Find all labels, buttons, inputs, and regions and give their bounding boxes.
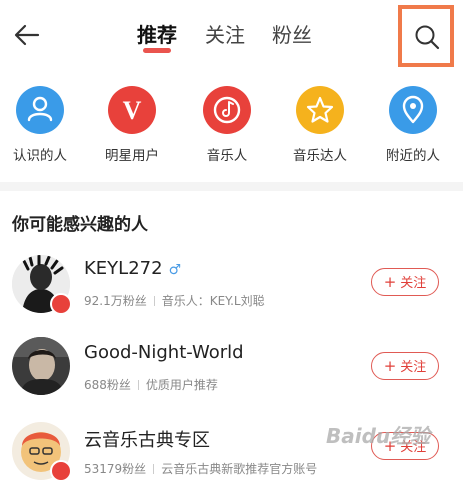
follow-button[interactable]: + 关注 xyxy=(371,268,439,296)
svg-text:V: V xyxy=(123,96,142,125)
search-icon xyxy=(415,25,440,50)
fans-count: 53179粉丝 xyxy=(84,462,147,476)
musician-badge-icon xyxy=(50,293,72,315)
user-desc: 优质用户推荐 xyxy=(145,378,218,392)
section-divider xyxy=(0,182,463,191)
user-meta: 53179粉丝 云音乐古典新歌推荐官方账号 xyxy=(84,460,317,477)
user-meta: 688粉丝 优质用户推荐 xyxy=(84,376,218,393)
category-shortcuts: 认识的人 V 明星用户 音乐人 音乐达人 附近的人 xyxy=(0,86,463,172)
section-title: 你可能感兴趣的人 xyxy=(12,215,148,235)
tab-recommend[interactable]: 推荐 xyxy=(137,20,177,53)
category-star-users[interactable]: V 明星用户 xyxy=(92,86,172,164)
user-name[interactable]: Good-Night-World xyxy=(84,342,244,363)
male-gender-icon: ♂ xyxy=(168,262,182,278)
verified-v-badge-icon xyxy=(50,460,72,482)
user-desc: 云音乐古典新歌推荐官方账号 xyxy=(161,462,318,476)
music-disc-icon xyxy=(203,86,251,134)
user-meta: 92.1万粉丝 音乐人：KEY.L刘聪 xyxy=(84,292,265,309)
star-icon xyxy=(296,86,344,134)
avatar[interactable] xyxy=(12,337,70,395)
category-nearby[interactable]: 附近的人 xyxy=(373,86,453,164)
location-icon xyxy=(389,86,437,134)
tab-fans[interactable]: 粉丝 xyxy=(272,20,312,50)
tab-following[interactable]: 关注 xyxy=(205,20,245,50)
category-music-experts[interactable]: 音乐达人 xyxy=(280,86,360,164)
person-icon xyxy=(16,86,64,134)
watermark: Baidu经验 xyxy=(326,424,431,448)
top-bar: 推荐 关注 粉丝 xyxy=(0,0,463,72)
plus-icon: + xyxy=(383,273,397,291)
fans-count: 688粉丝 xyxy=(84,378,131,392)
user-name[interactable]: 云音乐古典专区 xyxy=(84,426,210,452)
user-desc: 音乐人：KEY.L刘聪 xyxy=(161,294,265,308)
back-arrow-icon[interactable] xyxy=(12,20,42,50)
search-button[interactable] xyxy=(398,5,454,67)
user-row[interactable]: Good-Night-World 688粉丝 优质用户推荐 + 关注 xyxy=(0,337,463,421)
category-musicians[interactable]: 音乐人 xyxy=(187,86,267,164)
user-row[interactable]: KEYL272 ♂ 92.1万粉丝 音乐人：KEY.L刘聪 + 关注 xyxy=(0,255,463,339)
fans-count: 92.1万粉丝 xyxy=(84,294,147,308)
follow-button[interactable]: + 关注 xyxy=(371,352,439,380)
v-icon: V xyxy=(108,86,156,134)
plus-icon: + xyxy=(383,357,397,375)
active-tab-indicator xyxy=(143,48,171,53)
category-acquaintances[interactable]: 认识的人 xyxy=(0,86,80,164)
user-name[interactable]: KEYL272 ♂ xyxy=(84,258,181,279)
